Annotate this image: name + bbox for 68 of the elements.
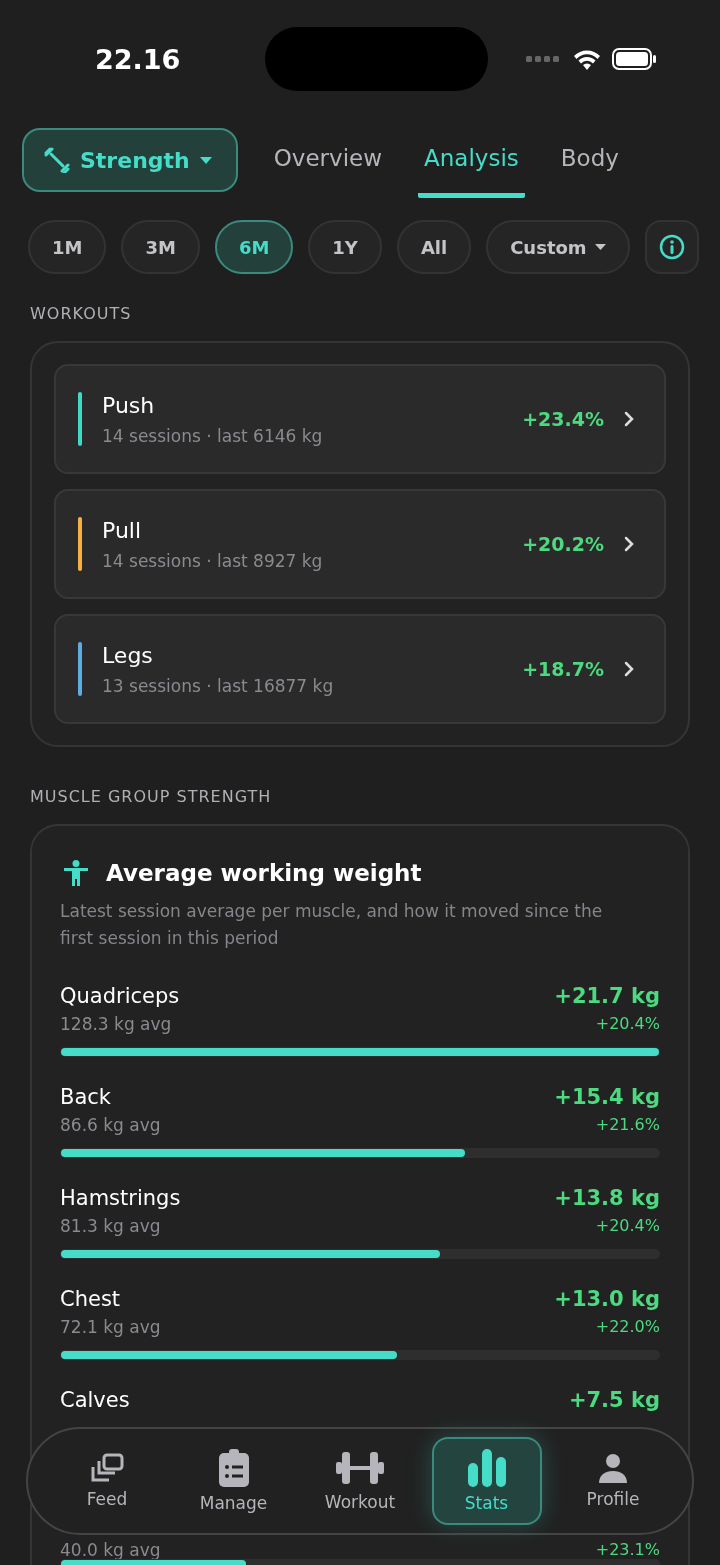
person-icon (64, 860, 88, 886)
weight-change: +13.8 kg (554, 1186, 660, 1210)
percent-change: +22.0% (595, 1318, 660, 1336)
nav-item[interactable]: Stats (431, 1437, 542, 1525)
battery-icon (612, 48, 658, 70)
card-title: Average working weight (106, 860, 422, 886)
info-icon (658, 234, 685, 260)
muscle-name: Quadriceps (60, 984, 180, 1008)
strength-dropdown[interactable]: Strength (22, 128, 238, 192)
chevron-right-icon (624, 411, 634, 427)
section-heading: WORKOUTS (29, 303, 133, 325)
percent-change: +20.4% (595, 1217, 660, 1235)
tab[interactable]: Analysis (418, 122, 525, 198)
range-chip[interactable]: All (396, 220, 472, 274)
workout-detail: 13 sessions · last 16877 kg (102, 675, 335, 696)
workout-change: +23.4% (522, 408, 604, 430)
percent-change: +23.1% (595, 1541, 660, 1559)
workout-detail: 14 sessions · last 8927 kg (102, 550, 324, 571)
info-button[interactable] (644, 220, 699, 274)
muscle-name: Back (60, 1085, 111, 1109)
caret-icon (199, 156, 212, 164)
person-icon (598, 1453, 628, 1483)
chevron-right-icon (624, 536, 634, 552)
range-chip[interactable]: 1M (28, 220, 107, 274)
dumbbell-icon (336, 1450, 384, 1486)
workout-name: Legs (102, 642, 154, 668)
tab[interactable]: Body (554, 122, 625, 198)
muscle-average: 72.1 kg avg (60, 1318, 161, 1336)
workout-row[interactable]: Pull 14 sessions · last 8927 kg +20.2% (54, 489, 666, 599)
workout-change: +18.7% (522, 658, 604, 680)
chevron-right-icon (624, 661, 634, 677)
range-dropdown[interactable]: Custom (486, 220, 630, 274)
workout-name: Push (102, 392, 156, 418)
nav-item[interactable]: Manage (178, 1437, 289, 1525)
percent-change: +21.6% (595, 1116, 660, 1134)
muscle-average: 86.6 kg avg (60, 1116, 161, 1134)
bar-chart-icon (467, 1449, 506, 1487)
range-chip[interactable]: 3M (121, 220, 200, 274)
caret-icon (594, 244, 606, 250)
weight-change: +7.5 kg (568, 1388, 660, 1412)
muscle-average: 128.3 kg avg (60, 1015, 172, 1033)
workout-change: +20.2% (522, 533, 604, 555)
tab[interactable]: Overview (267, 122, 389, 198)
dumbbell-icon (44, 147, 70, 173)
workout-name: Pull (102, 517, 143, 543)
muscle-average: 81.3 kg avg (60, 1217, 161, 1235)
wifi-icon (572, 48, 602, 70)
muscle-name: Chest (60, 1287, 121, 1311)
percent-change: +20.4% (595, 1015, 660, 1033)
workout-row[interactable]: Push 14 sessions · last 6146 kg +23.4% (54, 364, 666, 474)
section-heading: MUSCLE GROUP STRENGTH (29, 786, 273, 808)
nav-item[interactable]: Profile (558, 1437, 668, 1525)
nav-item[interactable]: Feed (52, 1437, 162, 1525)
nav-item[interactable]: Workout (305, 1437, 415, 1525)
weight-change: +15.4 kg (554, 1085, 660, 1109)
stacked-cards-icon (90, 1453, 124, 1483)
signal-icon (526, 56, 562, 62)
workout-detail: 14 sessions · last 6146 kg (102, 425, 324, 446)
workout-row[interactable]: Legs 13 sessions · last 16877 kg +18.7% (54, 614, 666, 724)
muscle-name: Hamstrings (60, 1186, 181, 1210)
weight-change: +13.0 kg (554, 1287, 660, 1311)
card-description: Latest session average per muscle, and how it moved since the first session in this period (60, 900, 604, 950)
range-chip[interactable]: 6M (214, 220, 294, 274)
clipboard-icon (218, 1449, 249, 1487)
weight-change: +21.7 kg (554, 984, 660, 1008)
range-chip[interactable]: 1Y (308, 220, 382, 274)
muscle-name: Calves (60, 1388, 130, 1412)
status-time: 22.16 (95, 43, 182, 75)
